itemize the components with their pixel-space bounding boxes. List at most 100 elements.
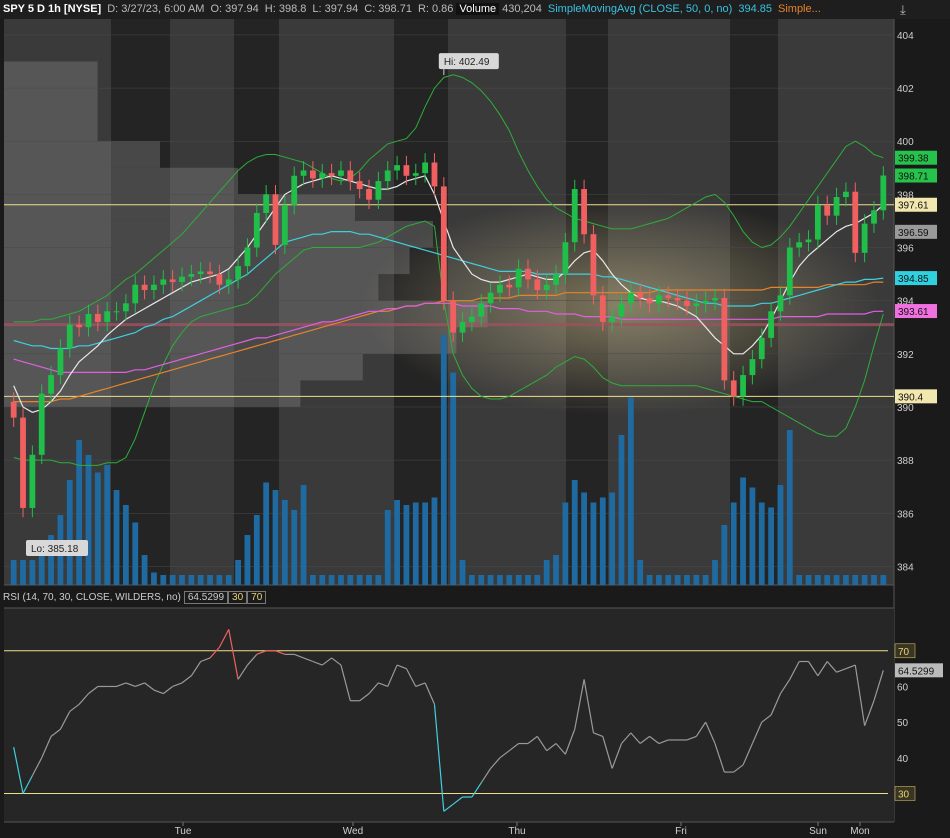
- volume-bar: [525, 575, 531, 585]
- time-tick-label: Tue: [175, 826, 192, 837]
- candle-body: [805, 239, 812, 243]
- low-label: Lo: 385.18: [31, 544, 79, 555]
- volume-bar: [758, 502, 765, 585]
- rsi-tick-label: 40: [897, 754, 909, 765]
- volume-bar: [590, 502, 597, 585]
- volume-bar: [431, 497, 438, 585]
- price-tag-label: 394.85: [898, 274, 929, 285]
- volume-bar: [581, 492, 587, 585]
- candle-body: [506, 284, 513, 288]
- volume-bar: [20, 560, 26, 585]
- candle-body: [160, 279, 167, 285]
- rsi-pane[interactable]: [4, 607, 894, 823]
- volume-bar: [684, 575, 690, 585]
- candle-body: [571, 189, 578, 243]
- candle-body: [786, 247, 793, 296]
- candle-body: [637, 292, 644, 299]
- volume-bar: [356, 575, 363, 585]
- volume-bar: [169, 575, 176, 585]
- volume-bar: [468, 575, 475, 585]
- candle-body: [450, 300, 457, 333]
- candle-body: [656, 295, 662, 304]
- price-tick-label: 384: [897, 562, 914, 573]
- symbol-label[interactable]: SPY 5 D 1h [NYSE]: [0, 3, 104, 15]
- volume-label[interactable]: Volume: [456, 3, 500, 15]
- volume-bar: [384, 510, 391, 585]
- chart-settings-icon[interactable]: ⤓: [900, 2, 914, 17]
- candle-body: [684, 300, 690, 306]
- candle-body: [871, 210, 877, 224]
- candle-body: [861, 223, 868, 253]
- candle-body: [169, 279, 176, 283]
- candle-body: [422, 162, 429, 174]
- candle-body: [57, 348, 64, 376]
- volume-bar: [403, 505, 410, 585]
- volume-bar: [833, 575, 840, 585]
- volume-bar: [207, 575, 213, 585]
- chart-canvas[interactable]: Hi: 402.49Lo: 385.18 3843863883903923943…: [0, 0, 950, 838]
- volume-bar: [94, 472, 101, 585]
- volume-bar: [235, 560, 241, 585]
- volume-bar: [702, 575, 709, 585]
- volume-bar: [263, 482, 270, 585]
- volume-bar: [160, 575, 167, 585]
- volume-bar: [777, 485, 784, 585]
- volume-bar: [225, 575, 232, 585]
- range-readout: R: 0.86: [417, 3, 454, 15]
- time-tick-label: Mon: [850, 826, 869, 837]
- volume-bar: [637, 560, 644, 585]
- rsi-tick-label: 50: [897, 718, 909, 729]
- candle-body: [702, 300, 709, 304]
- rsi-value-readout: 64.5299: [183, 591, 229, 604]
- volume-bar: [534, 575, 541, 585]
- candle-body: [627, 292, 634, 304]
- volume-profile-bar: [4, 167, 238, 195]
- candle-body: [207, 271, 213, 275]
- volume-bar: [796, 575, 803, 585]
- volume-bar: [281, 500, 288, 585]
- candle-body: [431, 162, 438, 187]
- volume-profile-bar: [4, 88, 98, 115]
- sma50-readout: 394.85: [738, 3, 772, 15]
- time-axis: Tue Wed Thu Fri Sun Mon: [175, 822, 870, 837]
- candle-body: [459, 321, 466, 333]
- volume-bar: [674, 575, 681, 585]
- candle-body: [693, 303, 700, 306]
- volume-profile-bar: [4, 194, 355, 221]
- volume-bar: [553, 555, 559, 585]
- volume-readout: 430,204: [502, 3, 542, 15]
- volume-bar: [244, 535, 251, 585]
- volume-bar: [562, 502, 569, 585]
- price-tick-label: 388: [897, 456, 914, 467]
- volume-bar: [253, 515, 260, 585]
- volume-bar: [543, 560, 550, 585]
- candle-body: [263, 194, 270, 213]
- candle-body: [833, 197, 840, 216]
- volume-bar: [10, 560, 17, 585]
- volume-bar: [151, 572, 157, 585]
- candle-body: [272, 194, 279, 245]
- volume-bar: [478, 575, 485, 585]
- sma200-label[interactable]: Simple...: [775, 3, 824, 15]
- candle-body: [497, 284, 503, 293]
- candle-body: [197, 271, 204, 275]
- price-tag-label: 390.4: [898, 392, 923, 403]
- sma50-label[interactable]: SimpleMovingAvg (CLOSE, 50, 0, no): [545, 3, 735, 15]
- volume-bar: [852, 575, 859, 585]
- candle-body: [104, 311, 111, 322]
- volume-bar: [880, 575, 887, 585]
- rsi-label[interactable]: RSI (14, 70, 30, CLOSE, WILDERS, no): [0, 592, 184, 603]
- volume-bar: [693, 575, 700, 585]
- candle-body: [384, 170, 391, 182]
- candle-body: [29, 454, 36, 508]
- price-tag-label: 397.61: [898, 201, 929, 212]
- candle-body: [48, 375, 54, 394]
- price-tag-label: 398.71: [898, 172, 929, 183]
- volume-bar: [450, 372, 457, 585]
- volume-bar: [646, 575, 653, 585]
- candle-body: [319, 173, 326, 179]
- volume-bar: [300, 485, 307, 585]
- candle-body: [525, 268, 531, 280]
- volume-bar: [618, 435, 625, 585]
- volume-bar: [113, 490, 120, 585]
